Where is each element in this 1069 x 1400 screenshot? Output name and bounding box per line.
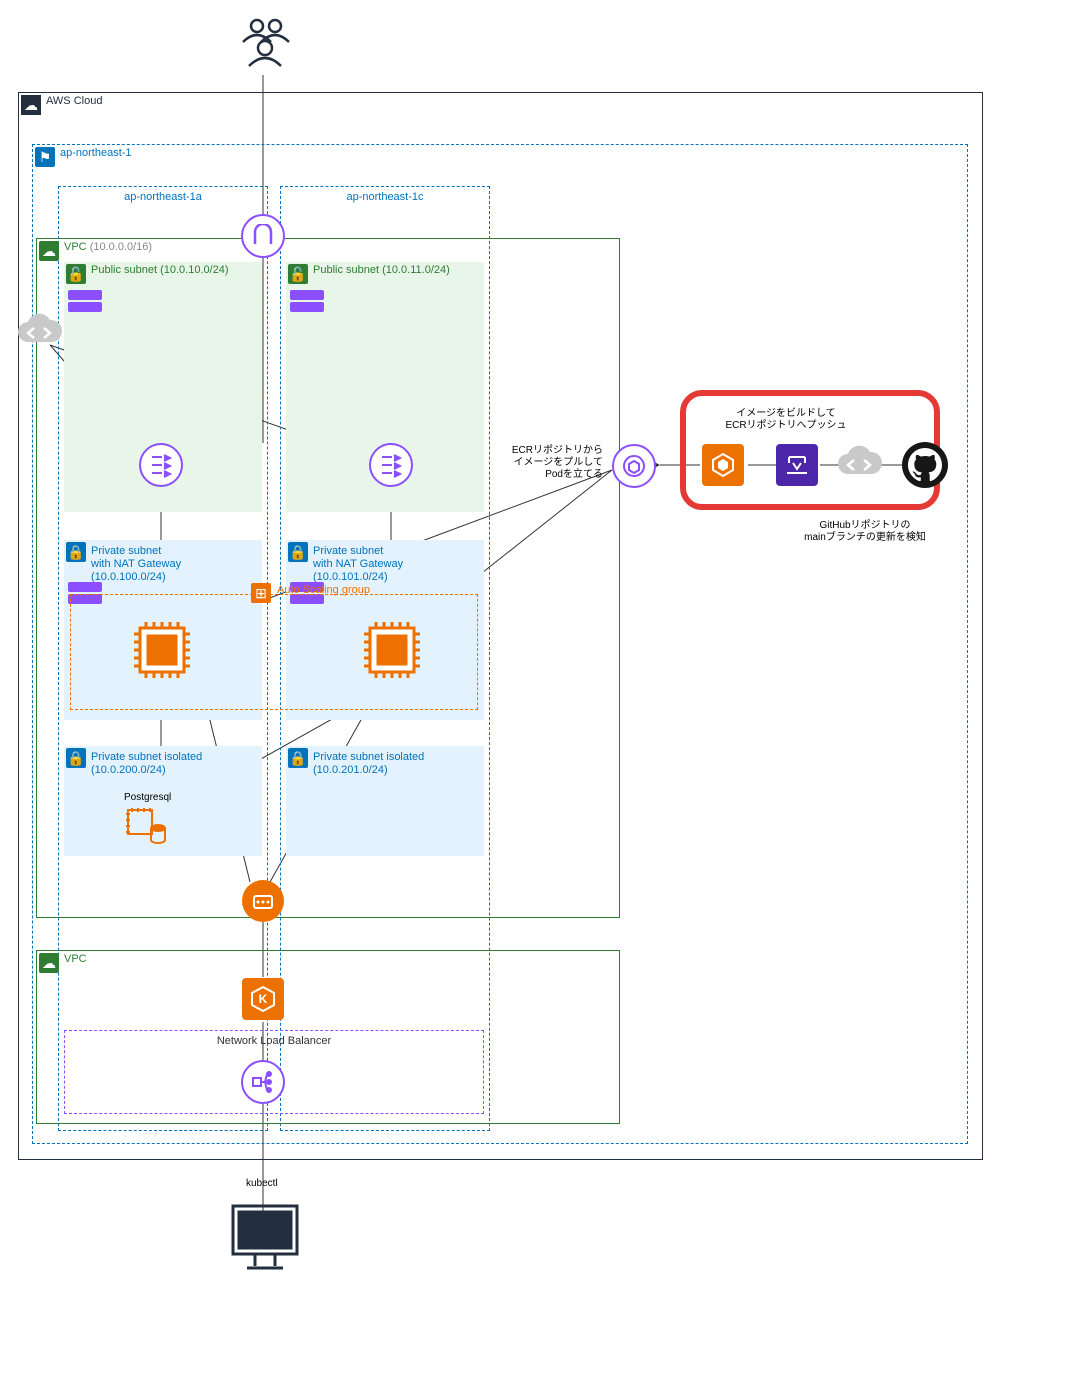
build-note: イメージをビルドして ECRリポジトリへプッシュ [706,408,866,432]
gateway-cloud-right-icon [834,442,884,489]
github-note: GitHubリポジトリの mainブランチの更新を検知 [780,520,950,544]
vpc1-label: VPC (10.0.0.0/16) [36,238,160,256]
asg-icon: ⊞ [251,583,271,603]
private-subnet-nat-a-label: Private subnet with NAT Gateway (10.0.10… [63,542,189,588]
kubectl-label: kubectl [246,1178,278,1190]
private-subnet-iso-c: 🔒 Private subnet isolated (10.0.201.0/24… [286,746,484,856]
postgresql-node: Postgresql [124,792,171,849]
public-subnet-c-label: Public subnet (10.0.11.0/24) [285,261,458,279]
az-a-label: ap-northeast-1a [59,191,267,203]
cidr-badges [68,290,102,312]
codepipeline-icon [776,444,818,486]
ec2-instance-c-icon [356,614,428,686]
cidr-badges [290,290,324,312]
private-subnet-iso-a-label: Private subnet isolated (10.0.200.0/24) [63,748,210,780]
eks-cluster-icon: K [242,978,284,1020]
postgresql-label: Postgresql [124,792,171,804]
github-icon [900,440,950,493]
nlb-icon [241,1060,285,1104]
gateway-cloud-icon [14,310,64,357]
ecr-icon [612,444,656,488]
ec2-instance-a-icon [126,614,198,686]
public-subnet-a-label: Public subnet (10.0.10.0/24) [63,261,237,279]
aws-cloud-label: AWS Cloud [18,92,110,110]
codebuild-icon [702,444,744,486]
ecr-note: ECRリポジトリから イメージをプルして Podを立てる [498,445,603,481]
nlb-label: Network Load Balancer [65,1035,483,1047]
private-subnet-iso-c-label: Private subnet isolated (10.0.201.0/24) [285,748,432,780]
eks-service-icon [242,880,284,922]
region-label: ap-northeast-1 [32,144,140,162]
az-c-label: ap-northeast-1c [281,191,489,203]
route-table-c-icon [369,443,413,487]
route-table-a-icon [139,443,183,487]
svg-text:K: K [259,992,268,1006]
internet-gateway-icon [241,214,285,258]
users-icon [235,12,295,75]
asg-label: Auto Scaling group [271,581,378,599]
vpc2-label: VPC [36,950,95,968]
desktop-icon [225,1198,305,1281]
rds-icon [124,806,168,846]
